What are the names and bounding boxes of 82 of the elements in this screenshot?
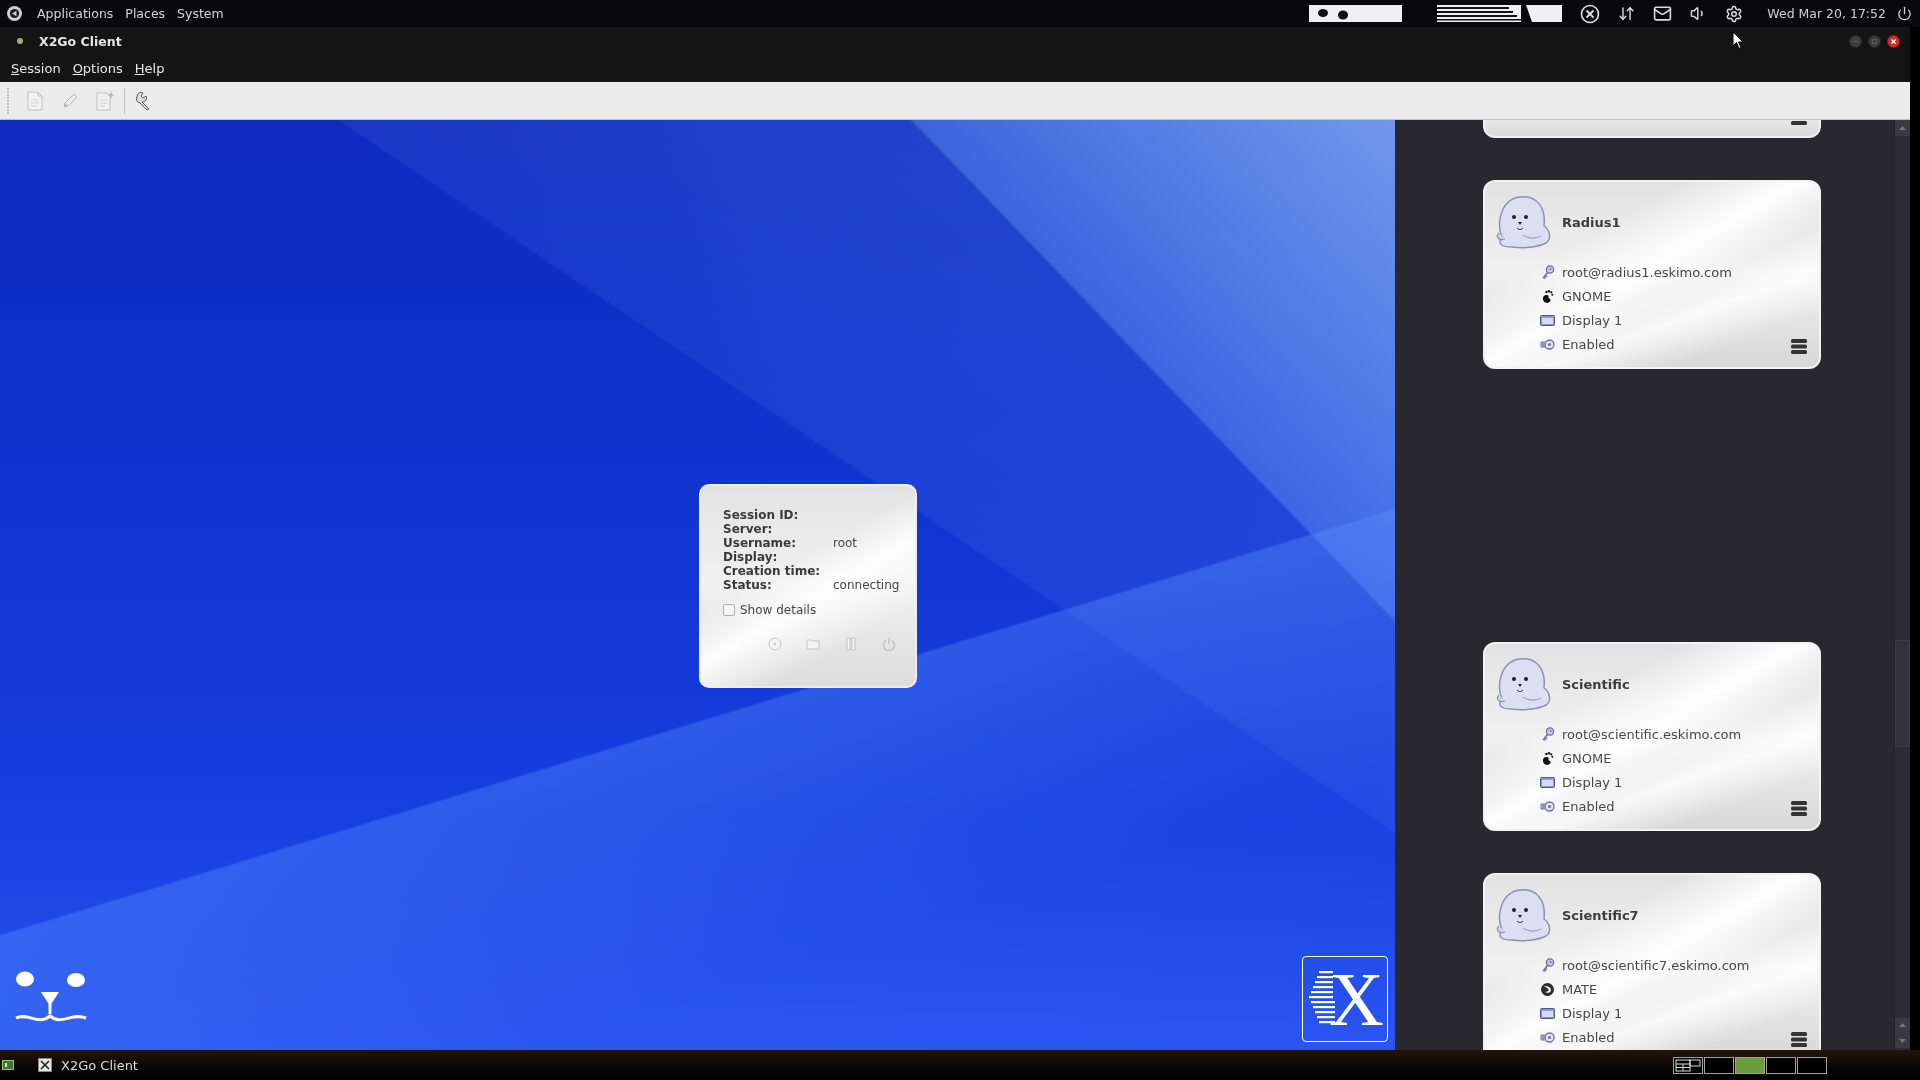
key-icon	[1540, 957, 1555, 973]
scroll-up-button[interactable]	[1895, 1018, 1910, 1033]
session-detail: Enabled	[1562, 1029, 1615, 1045]
field-label: Status:	[723, 578, 773, 592]
menu-icon[interactable]	[1791, 339, 1807, 354]
session-detail: Enabled	[1562, 798, 1615, 814]
session-card[interactable]: Scientific7 root@scientific7.eskimo.com MATE Display 1 Enabled	[1483, 873, 1821, 1050]
dots-tile-icon[interactable]	[1309, 5, 1403, 22]
session-card[interactable]	[1483, 120, 1821, 138]
x-app-icon	[38, 1058, 52, 1072]
mouse-pointer-icon	[1732, 31, 1744, 50]
session-card[interactable]: Radius1 root@radius1.eskimo.com GNOME Display 1 Enabled	[1483, 180, 1821, 369]
session-name: Radius1	[1562, 214, 1621, 230]
speaker-icon	[1540, 1029, 1555, 1045]
field-label: Session ID:	[723, 508, 800, 522]
mail-icon[interactable]	[1653, 4, 1673, 23]
window-title: X2Go Client	[39, 33, 122, 49]
session-name: Scientific	[1562, 676, 1630, 692]
field-label: Display:	[723, 550, 779, 564]
session-detail: GNOME	[1562, 750, 1612, 766]
panel-menu[interactable]: System	[171, 3, 230, 24]
ring-logo-icon[interactable]	[6, 5, 23, 22]
window-menu-dot-icon[interactable]	[17, 38, 23, 44]
minimize-button[interactable]	[1849, 34, 1862, 48]
menu-icon[interactable]	[1791, 121, 1807, 125]
session-detail: root@radius1.eskimo.com	[1562, 264, 1732, 280]
stripes-tile-icon[interactable]	[1437, 5, 1563, 22]
session-detail: Display 1	[1562, 1005, 1623, 1021]
session-detail: Enabled	[1562, 336, 1615, 352]
screen-icon	[1540, 1005, 1555, 1021]
footprint-icon	[1540, 288, 1555, 304]
session-detail: MATE	[1562, 981, 1598, 997]
settings-icon[interactable]	[1725, 4, 1744, 23]
speaker-icon	[1540, 798, 1555, 814]
up-down-arrows-icon[interactable]	[1618, 5, 1636, 22]
show-desktop-icon[interactable]	[2, 1059, 14, 1071]
logo-letter: X	[1329, 961, 1384, 1037]
power-icon[interactable]	[1897, 6, 1912, 21]
footprint-icon	[1540, 750, 1555, 766]
scrollbar-track[interactable]	[1894, 120, 1910, 1050]
checkbox-label[interactable]: Show details	[740, 603, 817, 617]
menu-item[interactable]: Session	[5, 58, 67, 79]
field-label: Server:	[723, 522, 774, 536]
session-detail: Display 1	[1562, 312, 1623, 328]
field-label: Username:	[723, 536, 798, 550]
maximize-button[interactable]	[1868, 34, 1881, 48]
session-card[interactable]: Scientific root@scientific.eskimo.com GNOME Display 1 Enabled	[1483, 642, 1821, 831]
x-circle-icon[interactable]	[1580, 3, 1601, 24]
scrollbar-thumb[interactable]	[1895, 640, 1910, 747]
session-detail: root@scientific.eskimo.com	[1562, 726, 1742, 742]
workspace-button[interactable]	[1735, 1056, 1765, 1074]
window-preview-icon	[1675, 1058, 1701, 1072]
scroll-down-button[interactable]	[1895, 1033, 1910, 1048]
toolbar-grip-icon[interactable]	[6, 87, 10, 114]
taskbar-button[interactable]: X2Go Client	[34, 1053, 146, 1077]
clock[interactable]: Wed Mar 20, 17:52	[1767, 6, 1886, 21]
field-value: connecting	[833, 578, 900, 592]
session-detail: root@scientific7.eskimo.com	[1562, 957, 1750, 973]
session-detail: Display 1	[1562, 774, 1623, 790]
scroll-up-button[interactable]	[1895, 120, 1910, 136]
field-label: Creation time:	[723, 564, 822, 578]
screen-icon	[1540, 774, 1555, 790]
screen-icon	[1540, 312, 1555, 328]
show-details-checkbox[interactable]	[723, 604, 735, 616]
menu-icon[interactable]	[1791, 1032, 1807, 1047]
panel-menu[interactable]: Places	[119, 3, 172, 24]
close-button[interactable]	[1887, 34, 1900, 48]
speaker-icon	[1540, 336, 1555, 352]
workspace-button[interactable]	[1704, 1056, 1734, 1074]
menu-item[interactable]: Options	[66, 58, 129, 79]
swirl-logo-icon	[1540, 981, 1555, 997]
workspace-button[interactable]	[1797, 1056, 1827, 1074]
session-detail: GNOME	[1562, 288, 1612, 304]
workspace-button[interactable]	[1673, 1056, 1703, 1074]
session-name: Scientific7	[1562, 907, 1639, 923]
key-icon	[1540, 264, 1555, 280]
workspace-button[interactable]	[1766, 1056, 1796, 1074]
panel-menu[interactable]: Applications	[31, 3, 120, 24]
key-icon	[1540, 726, 1555, 742]
field-value: root	[833, 536, 858, 550]
menu-item[interactable]: Help	[128, 58, 171, 79]
menu-icon[interactable]	[1791, 801, 1807, 816]
